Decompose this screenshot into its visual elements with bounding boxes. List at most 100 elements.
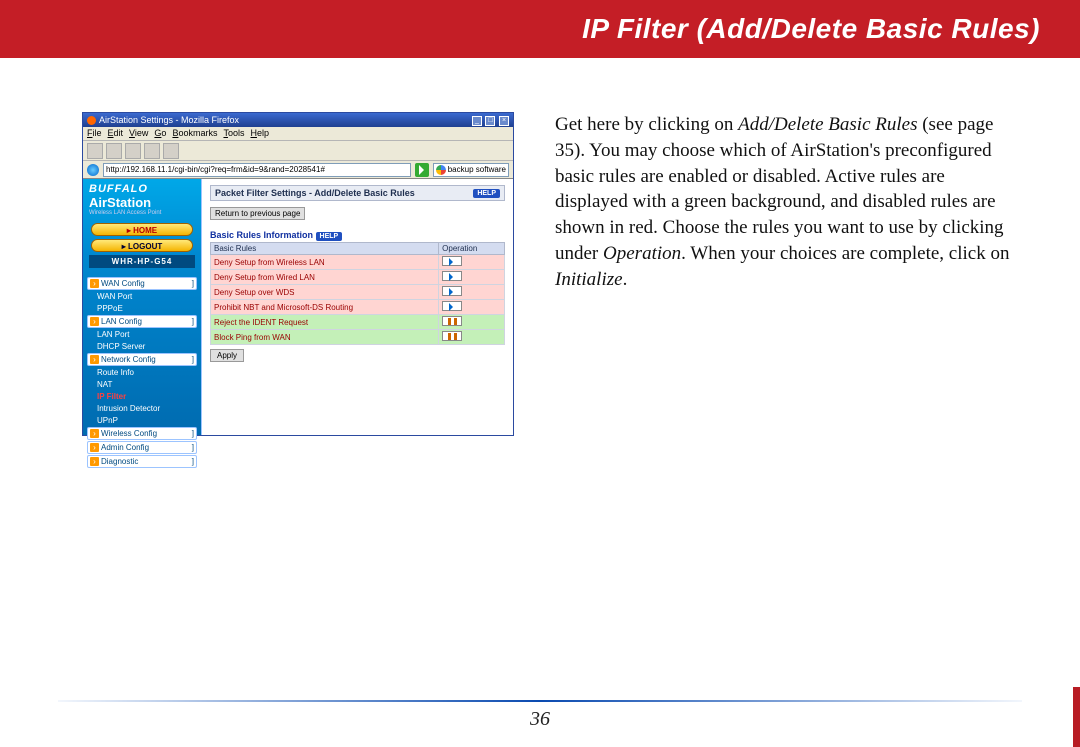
- table-row: Deny Setup from Wireless LAN: [211, 255, 505, 270]
- apply-button[interactable]: Apply: [210, 349, 244, 362]
- sidebar-item-ip-filter[interactable]: IP Filter: [87, 391, 197, 402]
- return-button[interactable]: Return to previous page: [210, 207, 305, 220]
- table-row: Block Ping from WAN: [211, 330, 505, 345]
- urlbar: backup software: [83, 161, 513, 179]
- rules-table: Basic Rules Operation Deny Setup from Wi…: [210, 242, 505, 345]
- window-controls: _ □ ×: [471, 114, 509, 126]
- toolbar: [83, 141, 513, 161]
- page-number: 36: [0, 708, 1080, 731]
- menubar: File Edit View Go Bookmarks Tools Help: [83, 127, 513, 141]
- go-icon[interactable]: [415, 163, 429, 177]
- enable-button[interactable]: [442, 256, 462, 266]
- screenshot-window: AirStation Settings - Mozilla Firefox _ …: [82, 112, 514, 436]
- forward-icon[interactable]: [106, 143, 122, 159]
- section-heading: Basic Rules Information HELP: [210, 230, 505, 240]
- brand-sub: Wireless LAN Access Point: [89, 210, 195, 216]
- col-operation: Operation: [439, 243, 505, 255]
- menu-file[interactable]: File: [87, 128, 102, 139]
- rule-label: Deny Setup from Wireless LAN: [211, 255, 439, 270]
- search-box[interactable]: backup software: [433, 163, 509, 177]
- reload-icon[interactable]: [125, 143, 141, 159]
- gutter-decoration: [1073, 687, 1080, 747]
- sidebar-item-lan-port[interactable]: LAN Port: [87, 329, 197, 340]
- body-copy: Get here by clicking on Add/Delete Basic…: [555, 112, 1015, 293]
- stop-icon[interactable]: [144, 143, 160, 159]
- disable-button[interactable]: [442, 331, 462, 341]
- sidebar-item-wan-port[interactable]: WAN Port: [87, 291, 197, 302]
- sidebar-item-network-config[interactable]: ›Network Config]: [87, 353, 197, 366]
- rule-label: Prohibit NBT and Microsoft-DS Routing: [211, 300, 439, 315]
- menu-bookmarks[interactable]: Bookmarks: [172, 128, 217, 139]
- menu-tools[interactable]: Tools: [223, 128, 244, 139]
- enable-button[interactable]: [442, 301, 462, 311]
- sidebar-item-diagnostic[interactable]: ›Diagnostic]: [87, 455, 197, 468]
- table-row: Deny Setup over WDS: [211, 285, 505, 300]
- enable-button[interactable]: [442, 286, 462, 296]
- sidebar-item-wireless-config[interactable]: ›Wireless Config]: [87, 427, 197, 440]
- sidebar-item-nat[interactable]: NAT: [87, 379, 197, 390]
- menu-help[interactable]: Help: [250, 128, 269, 139]
- close-icon[interactable]: ×: [499, 116, 509, 126]
- panel-title: Packet Filter Settings - Add/Delete Basi…: [210, 185, 505, 201]
- sidebar-item-lan-config[interactable]: ›LAN Config]: [87, 315, 197, 328]
- disable-button[interactable]: [442, 316, 462, 326]
- nav-list: ›WAN Config]WAN PortPPPoE›LAN Config]LAN…: [83, 270, 201, 473]
- rule-label: Deny Setup from Wired LAN: [211, 270, 439, 285]
- menu-edit[interactable]: Edit: [108, 128, 124, 139]
- sidebar-item-route-info[interactable]: Route Info: [87, 367, 197, 378]
- sidebar-item-pppoe[interactable]: PPPoE: [87, 303, 197, 314]
- rule-op-cell: [439, 255, 505, 270]
- col-basic-rules: Basic Rules: [211, 243, 439, 255]
- chevron-icon: ›: [90, 355, 99, 364]
- table-row: Reject the IDENT Request: [211, 315, 505, 330]
- footer-rule: [58, 700, 1022, 702]
- sidebar-item-admin-config[interactable]: ›Admin Config]: [87, 441, 197, 454]
- sidebar-item-upnp[interactable]: UPnP: [87, 415, 197, 426]
- rule-op-cell: [439, 285, 505, 300]
- rule-op-cell: [439, 330, 505, 345]
- search-text: backup software: [448, 165, 506, 174]
- back-icon[interactable]: [87, 143, 103, 159]
- model-label: WHR-HP-G54: [89, 255, 195, 268]
- table-row: Prohibit NBT and Microsoft-DS Routing: [211, 300, 505, 315]
- page-title: IP Filter (Add/Delete Basic Rules): [582, 13, 1040, 45]
- brand-block: BUFFALO AirStation Wireless LAN Access P…: [83, 179, 201, 220]
- logout-button[interactable]: ▸ LOGOUT: [91, 239, 193, 252]
- menu-view[interactable]: View: [129, 128, 148, 139]
- home-button[interactable]: ▸ HOME: [91, 223, 193, 236]
- help-button[interactable]: HELP: [473, 189, 500, 198]
- main-pane: Packet Filter Settings - Add/Delete Basi…: [201, 179, 513, 435]
- rule-label: Deny Setup over WDS: [211, 285, 439, 300]
- rule-label: Reject the IDENT Request: [211, 315, 439, 330]
- rule-op-cell: [439, 270, 505, 285]
- chevron-icon: ›: [90, 279, 99, 288]
- sidebar-item-dhcp-server[interactable]: DHCP Server: [87, 341, 197, 352]
- brand-buffalo: BUFFALO: [89, 183, 195, 195]
- panel-title-text: Packet Filter Settings - Add/Delete Basi…: [215, 188, 415, 198]
- google-icon: [436, 165, 446, 175]
- globe-icon: [87, 164, 99, 176]
- maximize-icon[interactable]: □: [485, 116, 495, 126]
- titlebar: AirStation Settings - Mozilla Firefox _ …: [83, 113, 513, 127]
- rule-op-cell: [439, 300, 505, 315]
- page-content: BUFFALO AirStation Wireless LAN Access P…: [83, 179, 513, 435]
- sidebar-item-wan-config[interactable]: ›WAN Config]: [87, 277, 197, 290]
- sidebar-item-intrusion-detector[interactable]: Intrusion Detector: [87, 403, 197, 414]
- enable-button[interactable]: [442, 271, 462, 281]
- url-input[interactable]: [103, 163, 411, 177]
- chevron-icon: ›: [90, 317, 99, 326]
- sidebar: BUFFALO AirStation Wireless LAN Access P…: [83, 179, 201, 435]
- page-header: IP Filter (Add/Delete Basic Rules): [0, 0, 1080, 58]
- menu-go[interactable]: Go: [154, 128, 166, 139]
- chevron-icon: ›: [90, 457, 99, 466]
- rule-label: Block Ping from WAN: [211, 330, 439, 345]
- table-row: Deny Setup from Wired LAN: [211, 270, 505, 285]
- brand-airstation: AirStation: [89, 195, 195, 210]
- minimize-icon[interactable]: _: [472, 116, 482, 126]
- home-icon[interactable]: [163, 143, 179, 159]
- rule-op-cell: [439, 315, 505, 330]
- help-button-2[interactable]: HELP: [316, 232, 343, 241]
- chevron-icon: ›: [90, 443, 99, 452]
- chevron-icon: ›: [90, 429, 99, 438]
- window-title: AirStation Settings - Mozilla Firefox: [87, 115, 239, 125]
